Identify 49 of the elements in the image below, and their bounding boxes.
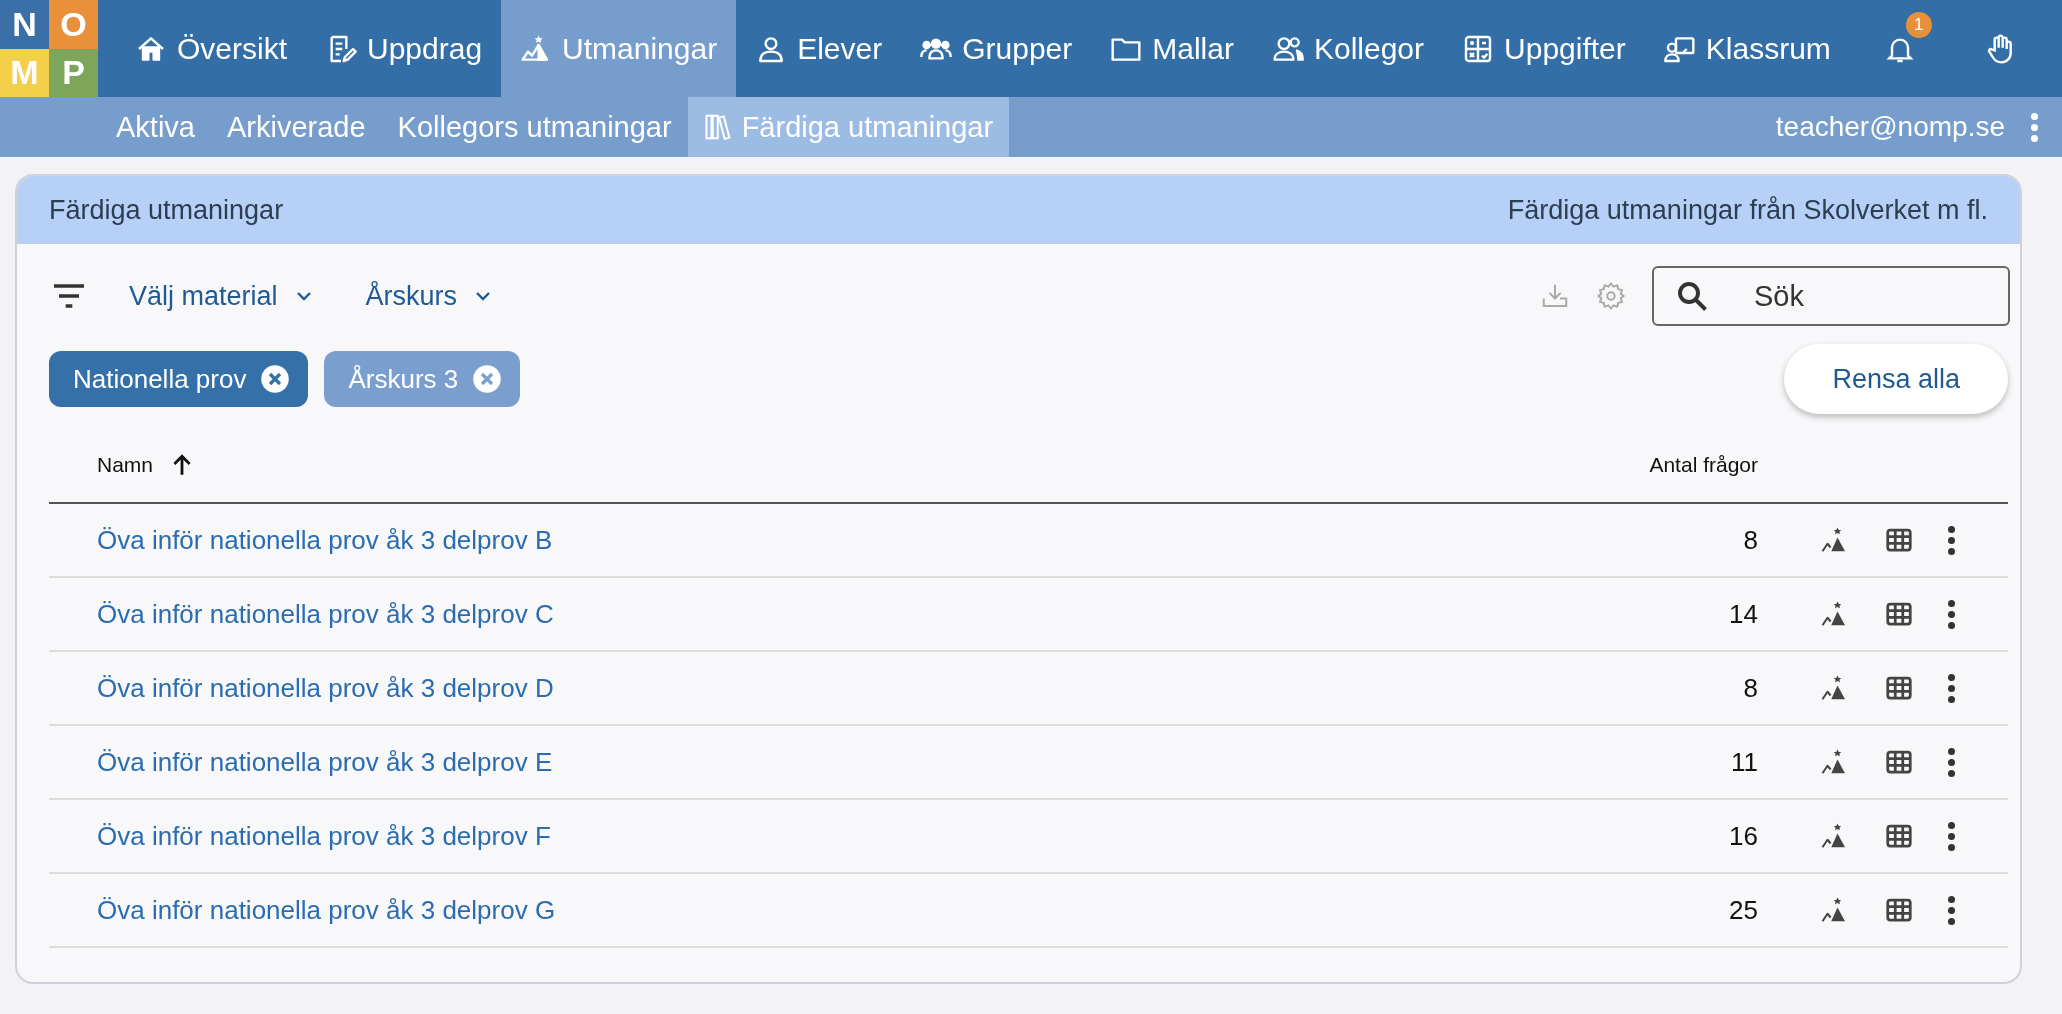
question-count: 8 bbox=[1743, 524, 1758, 556]
sub-tab[interactable]: Arkiverade bbox=[211, 97, 382, 157]
nav-tab[interactable]: Elever bbox=[736, 0, 902, 97]
column-header[interactable]: Namn bbox=[97, 453, 154, 477]
challenge-link[interactable]: Öva inför nationella prov åk 3 delprov G bbox=[97, 894, 556, 926]
card-subtitle: Färdiga utmaningar från Skolverket m fl. bbox=[1507, 194, 1988, 226]
nav-tab[interactable]: Översikt bbox=[116, 0, 306, 97]
challenge-link[interactable]: Öva inför nationella prov åk 3 delprov C bbox=[97, 598, 554, 630]
challenge-link[interactable]: Öva inför nationella prov åk 3 delprov F bbox=[97, 820, 551, 852]
nav-tab[interactable]: Grupper bbox=[901, 0, 1092, 97]
nav-tab[interactable]: Mallar bbox=[1091, 0, 1253, 97]
column-header[interactable]: Antal frågor bbox=[1649, 453, 1758, 477]
challenge-link[interactable]: Öva inför nationella prov åk 3 delprov B bbox=[97, 524, 553, 556]
question-count: 25 bbox=[1729, 894, 1758, 926]
sub-tab[interactable]: Aktiva bbox=[100, 97, 211, 157]
clear-all-button[interactable]: Rensa alla bbox=[1784, 344, 2008, 414]
more-icon[interactable] bbox=[1948, 525, 1955, 555]
nav-tab[interactable]: Utmaningar bbox=[501, 0, 737, 97]
card-title: Färdiga utmaningar bbox=[49, 194, 284, 226]
nav-tab[interactable]: Klassrum bbox=[1644, 0, 1850, 97]
more-icon[interactable] bbox=[1948, 747, 1955, 777]
logo-letter: M bbox=[0, 48, 49, 97]
more-icon[interactable] bbox=[1948, 821, 1955, 851]
question-count: 16 bbox=[1729, 820, 1758, 852]
logo-letter: N bbox=[0, 0, 49, 49]
filter-dropdown[interactable]: Årskurs bbox=[365, 280, 496, 312]
close-icon[interactable] bbox=[260, 364, 291, 394]
logo-letter: P bbox=[49, 48, 98, 97]
logo-letter: O bbox=[49, 0, 98, 49]
nav-tab[interactable]: Kollegor bbox=[1252, 0, 1444, 97]
more-icon[interactable] bbox=[1948, 673, 1955, 703]
logo[interactable]: N O M P bbox=[0, 0, 98, 97]
filter-chip[interactable]: Årskurs 3 bbox=[324, 351, 521, 407]
user-email[interactable]: teacher@nomp.se bbox=[1775, 111, 2005, 143]
more-icon[interactable] bbox=[1948, 599, 1955, 629]
nav-tab[interactable]: Uppdrag bbox=[306, 0, 502, 97]
sub-tab[interactable]: Kollegors utmaningar bbox=[381, 97, 688, 157]
filter-chip[interactable]: Nationella prov bbox=[49, 351, 309, 407]
close-icon[interactable] bbox=[472, 364, 503, 394]
question-count: 14 bbox=[1729, 598, 1758, 630]
challenge-link[interactable]: Öva inför nationella prov åk 3 delprov E bbox=[97, 746, 553, 778]
filter-dropdown[interactable]: Välj material bbox=[129, 280, 316, 312]
nav-tab[interactable]: Uppgifter bbox=[1443, 0, 1645, 97]
notification-badge: 1 bbox=[1905, 12, 1932, 38]
question-count: 11 bbox=[1731, 746, 1758, 778]
challenge-link[interactable]: Öva inför nationella prov åk 3 delprov D bbox=[97, 672, 554, 704]
question-count: 8 bbox=[1743, 672, 1758, 704]
more-icon[interactable] bbox=[1948, 895, 1955, 925]
search-field[interactable]: Sök bbox=[1652, 266, 2010, 326]
